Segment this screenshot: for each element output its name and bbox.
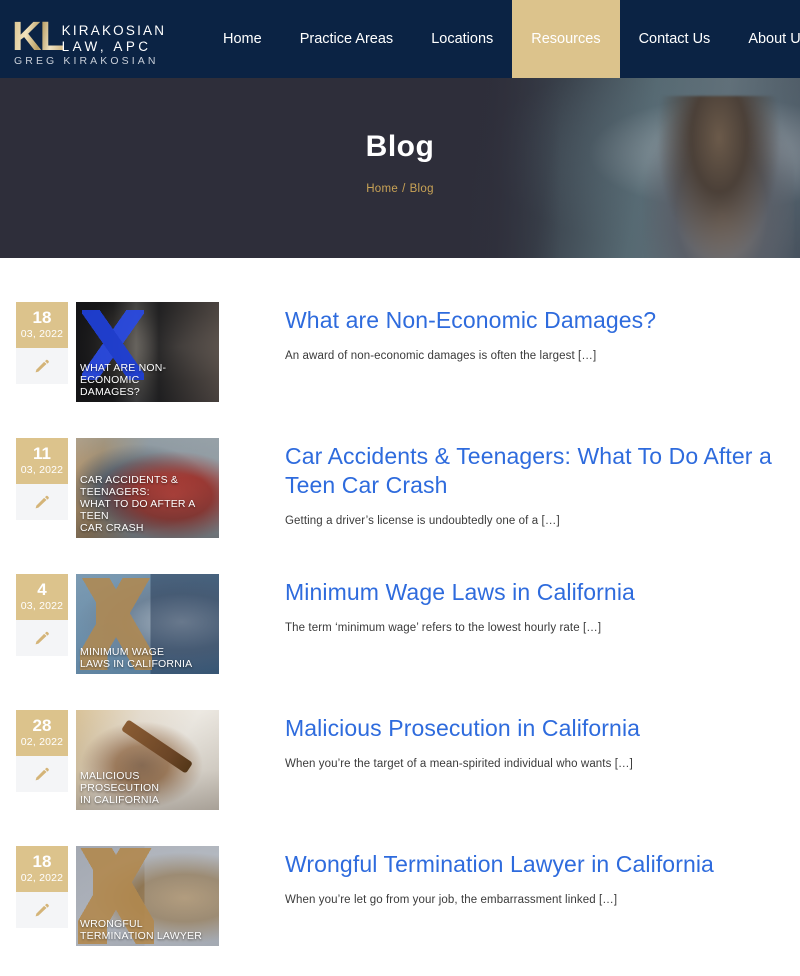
post-excerpt: An award of non-economic damages is ofte… <box>285 350 597 362</box>
page-title: Blog <box>365 130 435 163</box>
post-thumbnail[interactable]: WRONGFUL TERMINATION LAWYER <box>76 846 219 946</box>
post-body: Malicious Prosecution in California When… <box>219 710 800 772</box>
main-navigation: Home Practice Areas Locations Resources … <box>204 0 800 78</box>
post-body: Car Accidents & Teenagers: What To Do Af… <box>219 438 800 529</box>
logo-subtitle: GREG KIRAKOSIAN <box>14 55 159 67</box>
post-date-day: 4 <box>37 580 47 599</box>
post-meta: 28 02, 2022 <box>16 710 68 792</box>
post-thumbnail-caption: WRONGFUL TERMINATION LAWYER <box>80 918 203 942</box>
logo-line-2: LAW, APC <box>61 39 152 54</box>
post-meta: 4 03, 2022 <box>16 574 68 656</box>
post-title-link[interactable]: Malicious Prosecution in California <box>285 714 790 743</box>
pen-icon <box>16 892 68 928</box>
logo-line-1: KIRAKOSIAN <box>61 23 167 38</box>
post-date-day: 28 <box>32 716 52 735</box>
post-thumbnail[interactable]: WHAT ARE NON-ECONOMIC DAMAGES? <box>76 302 219 402</box>
post-date-badge: 18 02, 2022 <box>16 846 68 892</box>
post-excerpt: When you’re let go from your job, the em… <box>285 894 618 906</box>
post-thumbnail-caption: MINIMUM WAGE LAWS IN CALIFORNIA <box>80 646 193 670</box>
hero-banner: Blog Home / Blog <box>0 78 800 258</box>
post-body: Wrongful Termination Lawyer in Californi… <box>219 846 800 908</box>
post-date-badge: 28 02, 2022 <box>16 710 68 756</box>
pen-icon <box>16 348 68 384</box>
post-title-link[interactable]: Car Accidents & Teenagers: What To Do Af… <box>285 442 790 500</box>
post-date-day: 18 <box>32 308 52 327</box>
breadcrumb: Home / Blog <box>366 183 434 195</box>
blog-post-item: 11 03, 2022 CAR ACCIDENTS & TEENAGERS: W… <box>0 438 800 538</box>
post-date-badge: 18 03, 2022 <box>16 302 68 348</box>
post-meta: 18 02, 2022 <box>16 846 68 928</box>
post-title-link[interactable]: Wrongful Termination Lawyer in Californi… <box>285 850 790 879</box>
nav-item-home[interactable]: Home <box>204 0 281 78</box>
pen-icon <box>16 484 68 520</box>
post-excerpt: When you’re the target of a mean-spirite… <box>285 758 633 770</box>
blog-post-item: 18 02, 2022 WRONGFUL TERMINATION LAWYER … <box>0 846 800 946</box>
post-date-month-year: 03, 2022 <box>20 600 64 612</box>
nav-item-resources[interactable]: Resources <box>512 0 620 78</box>
post-title-link[interactable]: What are Non-Economic Damages? <box>285 306 790 335</box>
post-thumbnail[interactable]: CAR ACCIDENTS & TEENAGERS: WHAT TO DO AF… <box>76 438 219 538</box>
post-date-day: 18 <box>32 852 52 871</box>
nav-item-contact-us[interactable]: Contact Us <box>620 0 730 78</box>
post-meta: 18 03, 2022 <box>16 302 68 384</box>
post-meta: 11 03, 2022 <box>16 438 68 520</box>
post-thumbnail-caption: CAR ACCIDENTS & TEENAGERS: WHAT TO DO AF… <box>80 474 195 534</box>
post-thumbnail-caption: MALICIOUS PROSECUTION IN CALIFORNIA <box>80 770 160 806</box>
post-title-link[interactable]: Minimum Wage Laws in California <box>285 578 790 607</box>
post-thumbnail[interactable]: MALICIOUS PROSECUTION IN CALIFORNIA <box>76 710 219 810</box>
post-date-month-year: 02, 2022 <box>20 872 64 884</box>
breadcrumb-separator: / <box>402 183 406 195</box>
nav-item-practice-areas[interactable]: Practice Areas <box>281 0 413 78</box>
logo-wordmark: KIRAKOSIAN LAW, APC <box>62 23 167 55</box>
post-date-month-year: 03, 2022 <box>20 464 64 476</box>
post-date-badge: 4 03, 2022 <box>16 574 68 620</box>
site-header: KL KIRAKOSIAN LAW, APC GREG KIRAKOSIAN H… <box>0 0 800 78</box>
logo-monogram: KL <box>12 12 65 59</box>
post-excerpt: Getting a driver’s license is undoubtedl… <box>285 515 560 527</box>
blog-post-item: 18 03, 2022 WHAT ARE NON-ECONOMIC DAMAGE… <box>0 302 800 402</box>
blog-post-item: 28 02, 2022 MALICIOUS PROSECUTION IN CAL… <box>0 710 800 810</box>
post-date-day: 11 <box>33 444 51 463</box>
pen-icon <box>16 756 68 792</box>
nav-item-about-us[interactable]: About Us <box>729 0 800 78</box>
blog-post-item: 4 03, 2022 MINIMUM WAGE LAWS IN CALIFORN… <box>0 574 800 674</box>
post-body: What are Non-Economic Damages? An award … <box>219 302 800 364</box>
post-thumbnail[interactable]: MINIMUM WAGE LAWS IN CALIFORNIA <box>76 574 219 674</box>
post-date-month-year: 03, 2022 <box>20 328 64 340</box>
post-date-month-year: 02, 2022 <box>20 736 64 748</box>
breadcrumb-current: Blog <box>409 183 434 195</box>
post-excerpt: The term ‘minimum wage’ refers to the lo… <box>285 622 602 634</box>
pen-icon <box>16 620 68 656</box>
nav-item-locations[interactable]: Locations <box>412 0 512 78</box>
post-date-badge: 11 03, 2022 <box>16 438 68 484</box>
breadcrumb-home-link[interactable]: Home <box>366 183 398 195</box>
blog-post-list: 18 03, 2022 WHAT ARE NON-ECONOMIC DAMAGE… <box>0 258 800 976</box>
post-thumbnail-caption: WHAT ARE NON-ECONOMIC DAMAGES? <box>80 362 167 398</box>
post-body: Minimum Wage Laws in California The term… <box>219 574 800 636</box>
